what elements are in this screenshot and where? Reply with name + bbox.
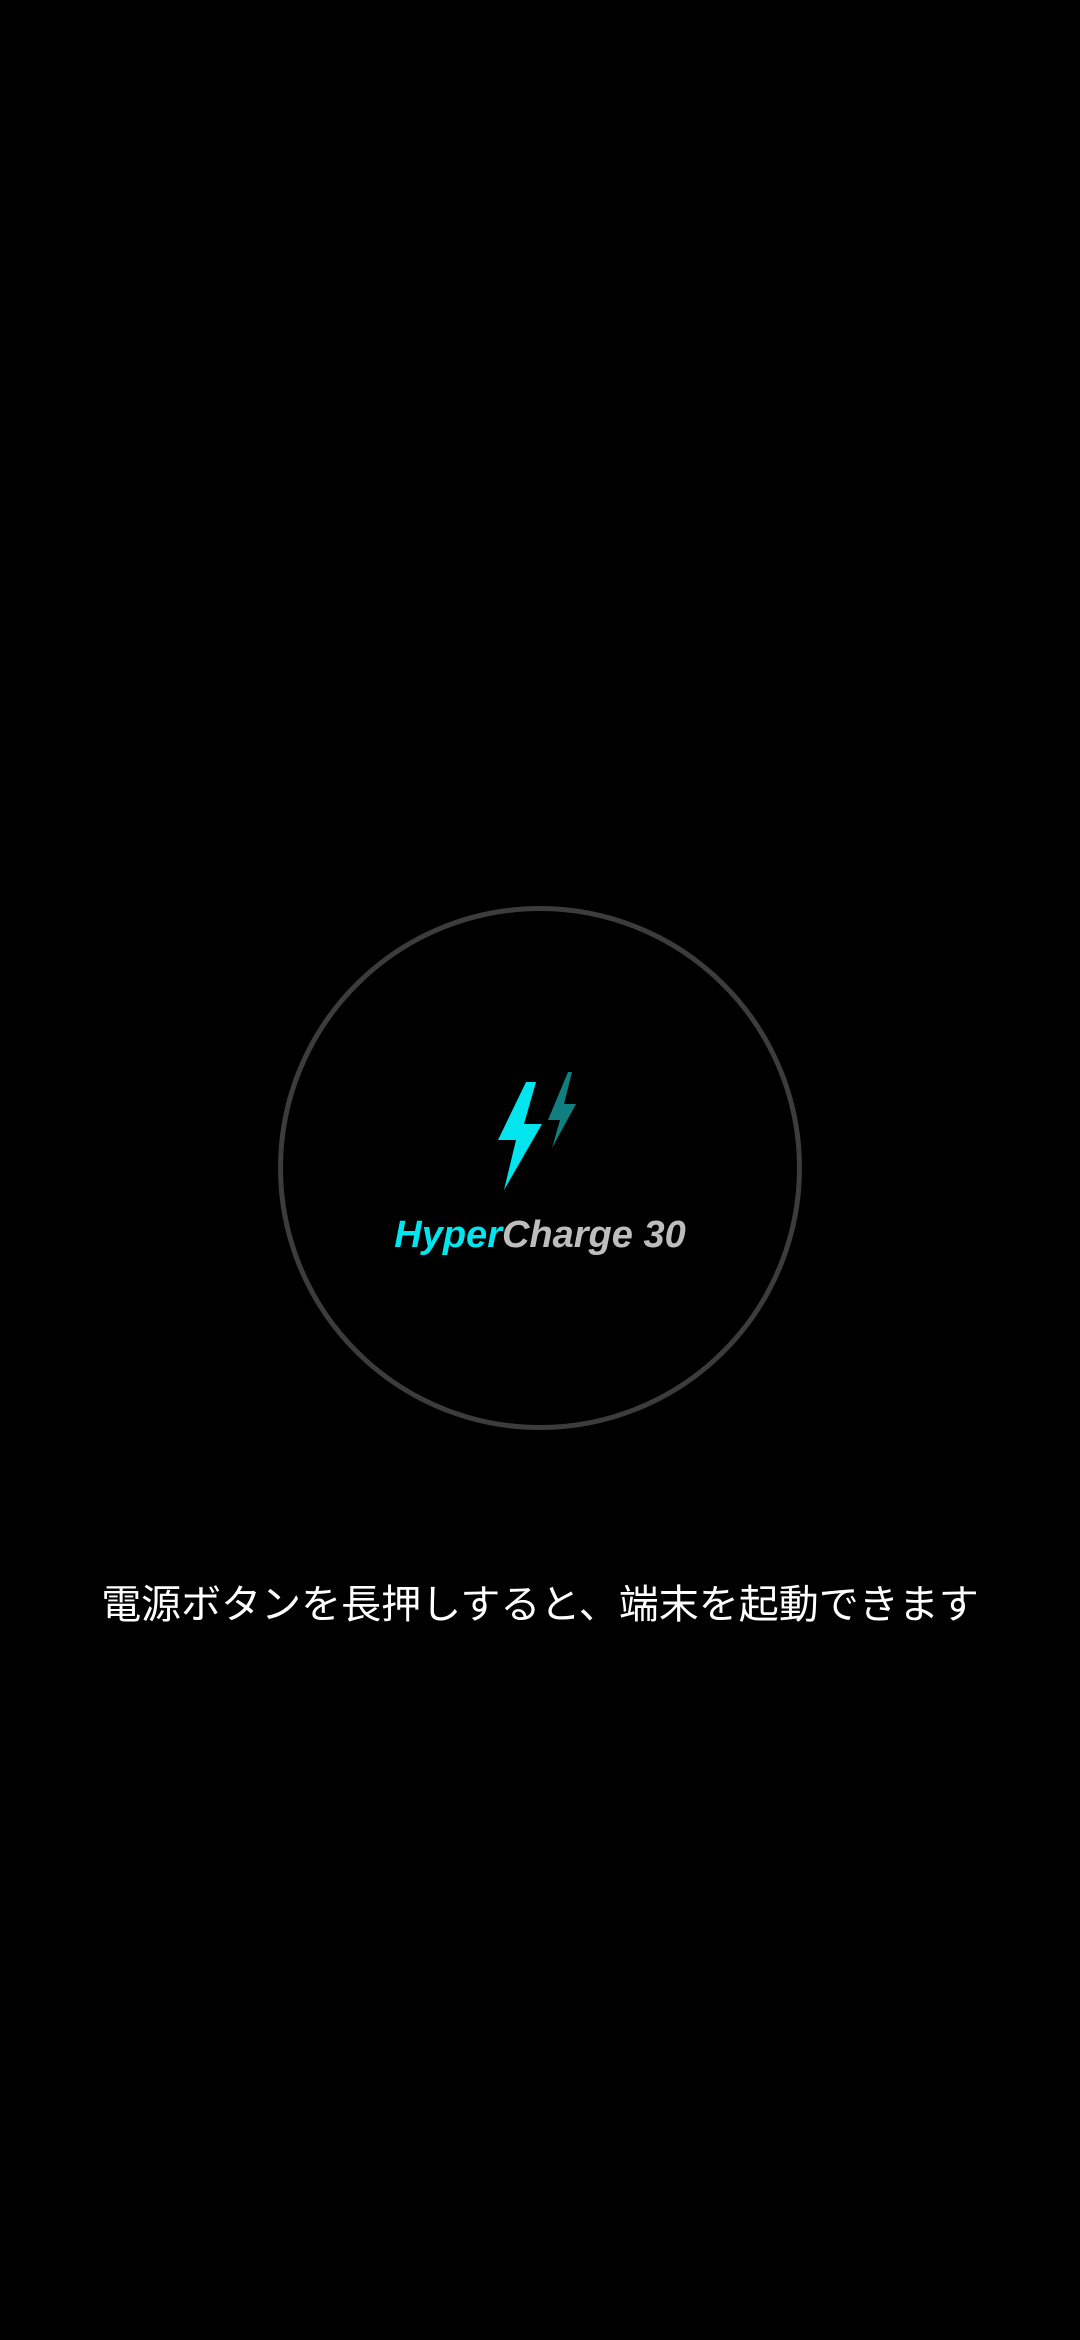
brand-suffix: Charge 30	[501, 1214, 686, 1256]
secondary-bolt-icon	[548, 1072, 576, 1148]
primary-bolt-icon	[498, 1082, 542, 1190]
double-lightning-bolt-icon	[498, 1072, 576, 1190]
charging-screen: HyperCharge 30 電源ボタンを長押しすると、端末を起動できます	[0, 0, 1080, 2340]
hypercharge-logo: HyperCharge 30	[0, 1212, 1080, 1258]
brand-prefix: Hyper	[394, 1214, 502, 1256]
power-button-hint: 電源ボタンを長押しすると、端末を起動できます	[101, 1582, 979, 1628]
